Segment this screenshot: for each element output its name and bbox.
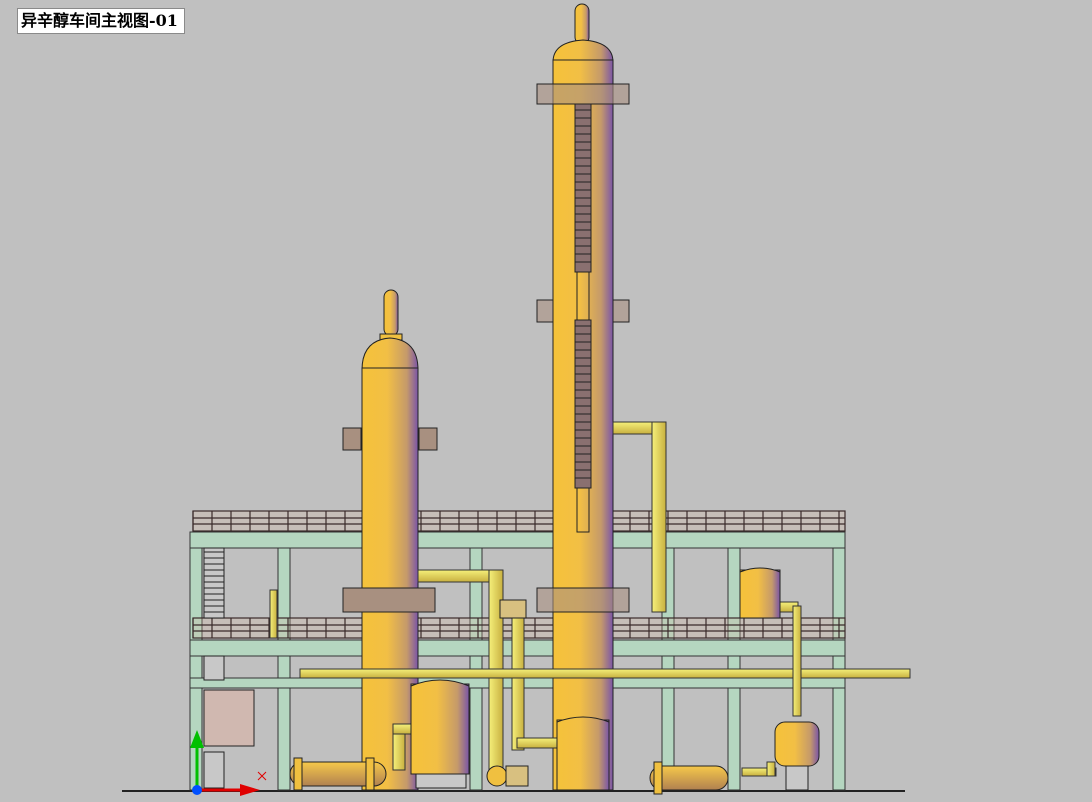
upper-platform-railing — [192, 510, 846, 532]
drawing-title: 异辛醇车间主视图-01 — [17, 8, 185, 34]
stair-tower — [203, 547, 255, 789]
ucs-x-cross — [257, 771, 267, 781]
short-distillation-column — [361, 289, 419, 791]
plant-elevation-drawing — [122, 3, 911, 796]
cad-viewport[interactable]: 异辛醇车间主视图-01 — [0, 0, 1092, 802]
ucs-origin — [192, 785, 202, 795]
ucs-x-arrow — [240, 784, 260, 796]
